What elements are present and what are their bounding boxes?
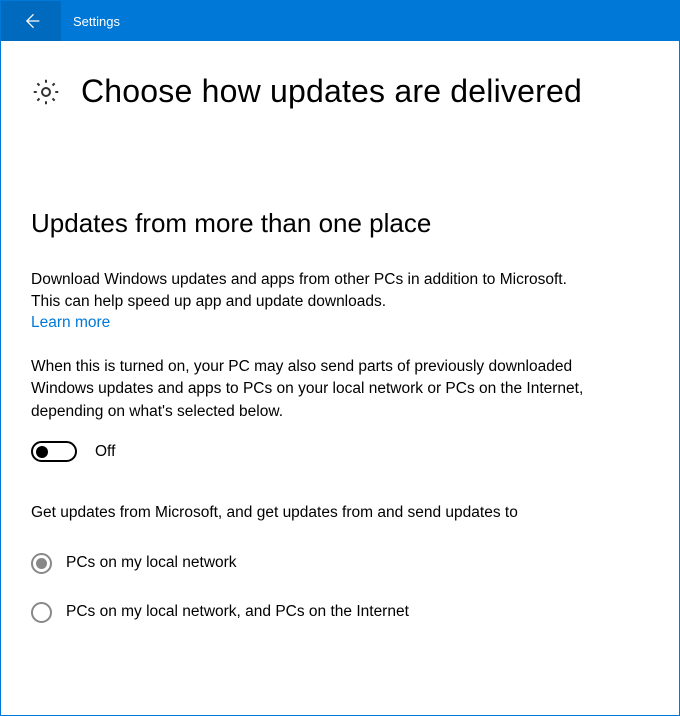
toggle-knob xyxy=(36,446,48,458)
content-area: Choose how updates are delivered Updates… xyxy=(1,41,679,623)
app-title: Settings xyxy=(61,1,120,41)
radio-label: PCs on my local network, and PCs on the … xyxy=(66,603,409,621)
delivery-toggle[interactable] xyxy=(31,441,77,462)
page-title: Choose how updates are delivered xyxy=(81,73,582,110)
radio-group-label: Get updates from Microsoft, and get upda… xyxy=(31,502,591,524)
section-heading: Updates from more than one place xyxy=(31,208,649,239)
radio-label: PCs on my local network xyxy=(66,554,237,572)
titlebar: Settings xyxy=(1,1,679,41)
description-2: When this is turned on, your PC may also… xyxy=(31,356,591,423)
toggle-row: Off xyxy=(31,441,649,462)
radio-option-local[interactable]: PCs on my local network xyxy=(31,553,649,574)
arrow-left-icon xyxy=(21,11,41,31)
gear-icon xyxy=(31,77,61,107)
description-1: Download Windows updates and apps from o… xyxy=(31,269,591,314)
back-button[interactable] xyxy=(1,1,61,41)
radio-icon xyxy=(31,602,52,623)
toggle-state-label: Off xyxy=(95,443,115,461)
radio-option-internet[interactable]: PCs on my local network, and PCs on the … xyxy=(31,602,649,623)
page-header: Choose how updates are delivered xyxy=(31,73,649,110)
radio-icon xyxy=(31,553,52,574)
learn-more-link[interactable]: Learn more xyxy=(31,314,110,332)
